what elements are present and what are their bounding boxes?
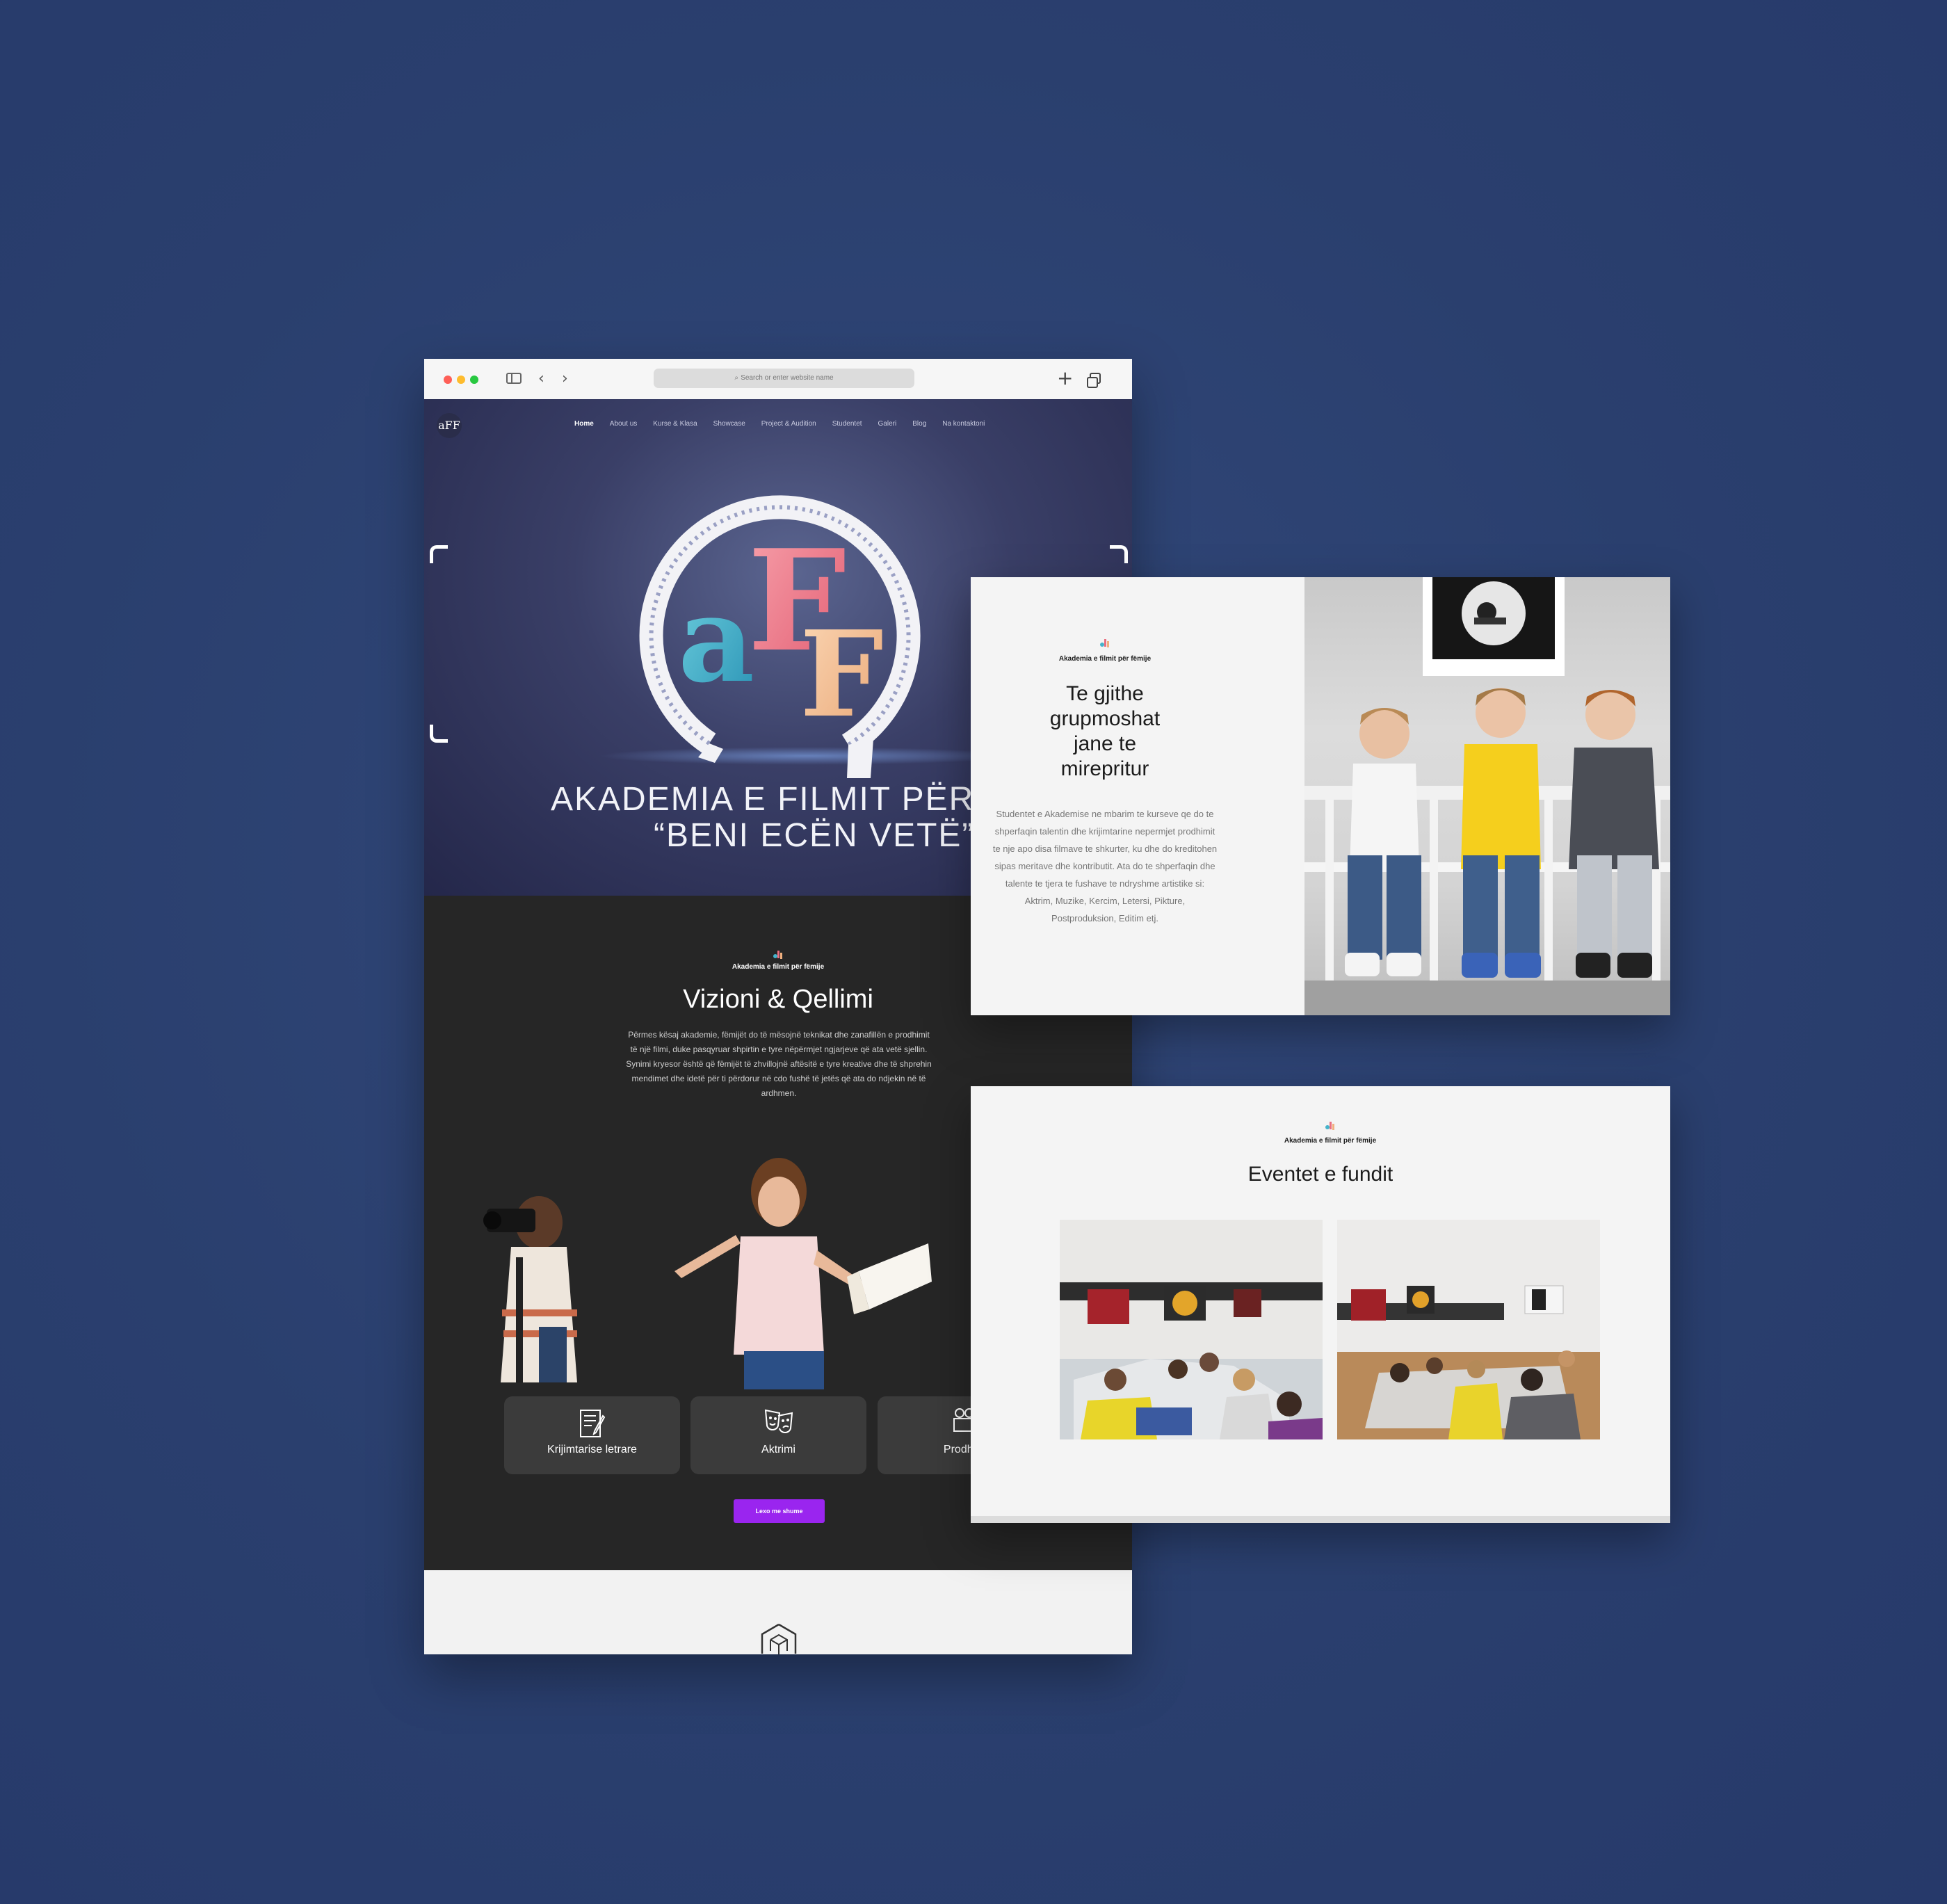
main-nav: Home About us Kurse & Klasa Showcase Pro… (574, 420, 1001, 428)
event-photo-1[interactable] (1060, 1220, 1323, 1439)
footer-strip (424, 1570, 1132, 1654)
frame-corner-top-right (1110, 545, 1128, 563)
tab-overview-icon[interactable] (1087, 373, 1101, 388)
students-panel: Akademia e filmit për fëmije Te gjithe g… (971, 577, 1670, 1015)
panel-bottom-strip (971, 1516, 1670, 1523)
nav-item-showcase[interactable]: Showcase (713, 420, 745, 428)
nav-item-courses[interactable]: Kurse & Klasa (653, 420, 697, 428)
maximize-window-button[interactable] (470, 376, 478, 384)
card-acting[interactable]: Aktrimi (690, 1396, 866, 1474)
brand-mark-icon (1325, 1122, 1334, 1130)
logo-letter-a: a (678, 570, 754, 709)
card-label: Aktrimi (761, 1444, 795, 1455)
browser-toolbar: ‹ › ⌕ Search or enter website name + (424, 359, 1132, 400)
new-tab-icon[interactable]: + (1057, 366, 1073, 389)
minimize-window-button[interactable] (457, 376, 465, 384)
writing-icon (580, 1410, 606, 1437)
card-label: Krijimtarise letrare (547, 1444, 637, 1455)
site-logo[interactable]: aFF (437, 413, 462, 438)
close-window-button[interactable] (444, 376, 452, 384)
nav-item-contact[interactable]: Na kontaktoni (942, 420, 985, 428)
forward-icon[interactable]: › (562, 370, 568, 387)
address-placeholder: Search or enter website name (741, 374, 834, 382)
brand-caption: Akademia e filmit për fëmije (1058, 655, 1152, 663)
frame-corner-top-left (430, 545, 448, 563)
nav-item-students[interactable]: Studentet (832, 420, 862, 428)
sidebar-toggle-icon[interactable] (506, 373, 522, 384)
address-bar[interactable]: ⌕ Search or enter website name (654, 369, 914, 388)
nav-item-projects[interactable]: Project & Audition (761, 420, 816, 428)
read-more-button[interactable]: Lexo me shume (734, 1499, 825, 1523)
cube-logo-icon (761, 1623, 797, 1654)
brand-mark-icon (1100, 639, 1109, 647)
search-icon: ⌕ (734, 374, 741, 382)
card-creative-writing[interactable]: Krijimtarise letrare (504, 1396, 680, 1474)
nav-item-gallery[interactable]: Galeri (878, 420, 897, 428)
brand-caption: Akademia e filmit për fëmije (1284, 1137, 1377, 1145)
event-photo-2[interactable] (1337, 1220, 1600, 1439)
logo-letter-f2: F (800, 605, 884, 744)
students-text: Studentet e Akademise ne mbarim te kurse… (992, 809, 1218, 923)
kids-sitting-photo (1304, 577, 1670, 1015)
frame-corner-bottom-left (430, 725, 448, 743)
back-icon[interactable]: ‹ (538, 370, 544, 387)
nav-item-blog[interactable]: Blog (912, 420, 926, 428)
brand-caption: Akademia e filmit për fëmije (732, 963, 825, 971)
film-reel-logo: a F F (639, 495, 921, 778)
nav-item-home[interactable]: Home (574, 420, 594, 428)
events-panel: Akademia e filmit për fëmije Eventet e f… (971, 1086, 1670, 1523)
students-title: Te gjithe grupmoshat jane te mirepritur (1049, 682, 1161, 780)
vision-text: Përmes kësaj akademie, fëmijët do të mës… (626, 1030, 932, 1098)
brand-mark-icon (773, 951, 782, 959)
events-title: Eventet e fundit (1247, 1163, 1393, 1186)
theater-masks-icon (764, 1409, 793, 1433)
nav-item-about[interactable]: About us (610, 420, 637, 428)
